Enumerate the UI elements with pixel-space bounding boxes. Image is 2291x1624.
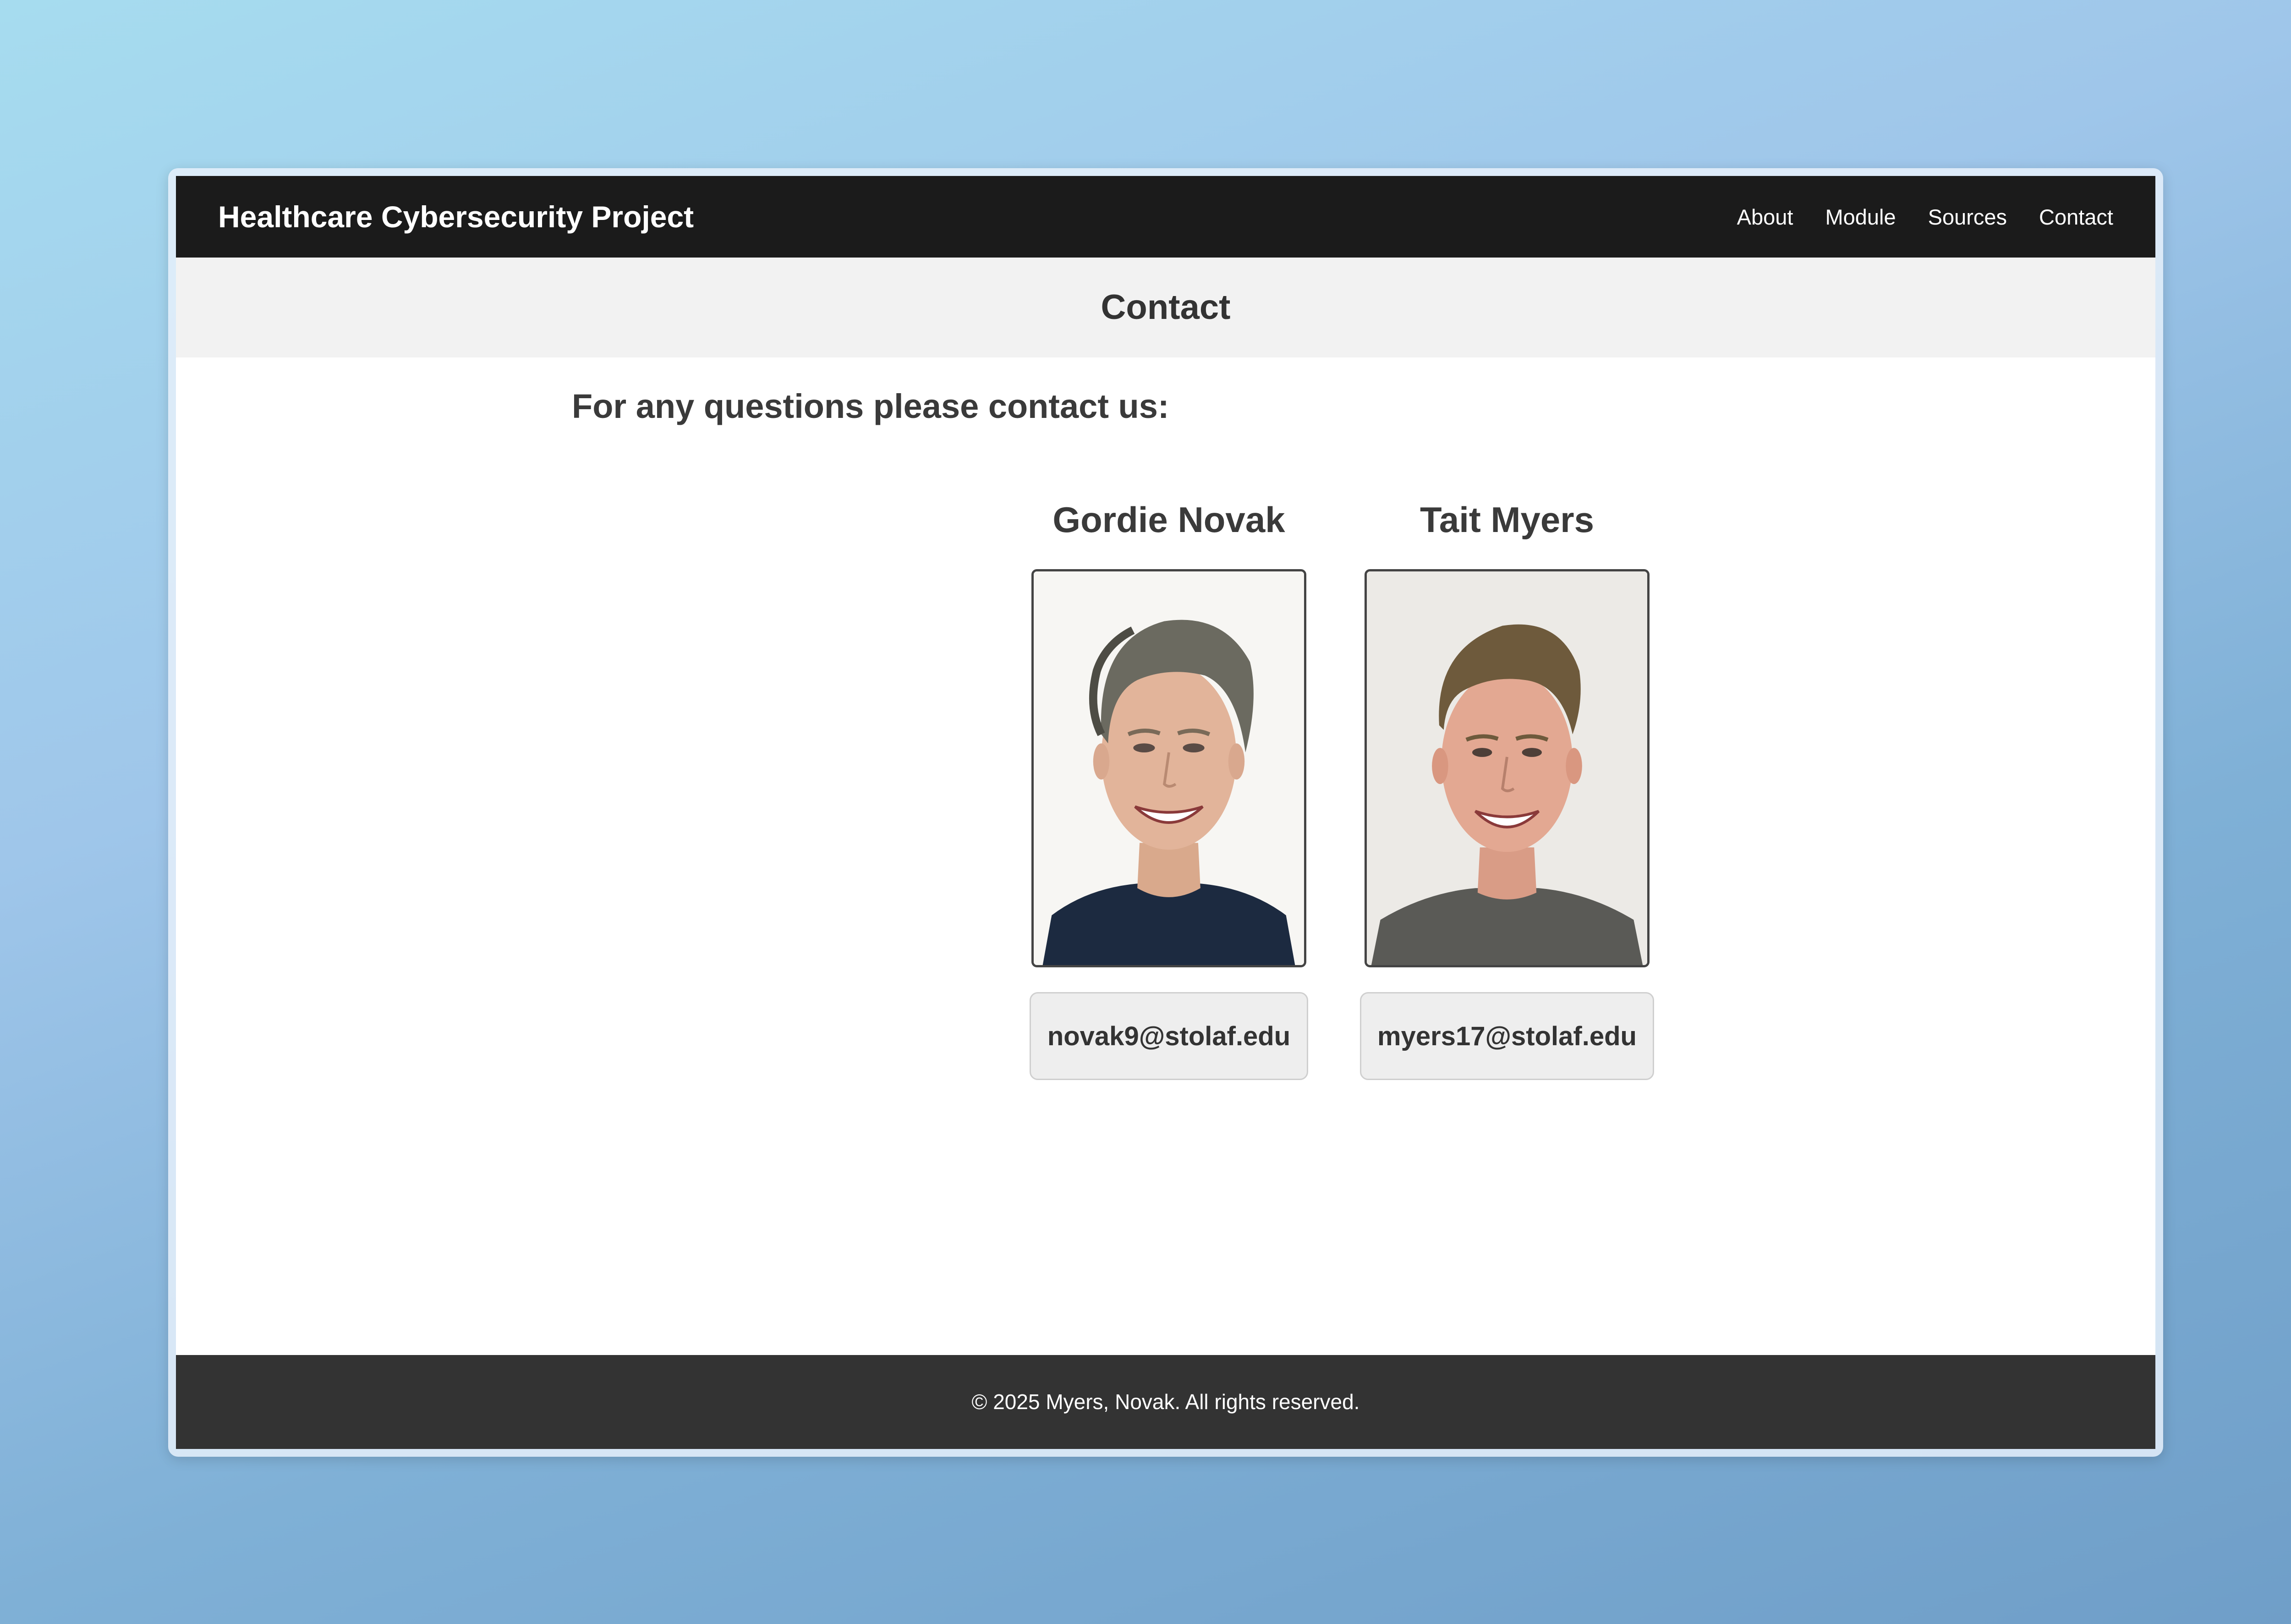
contact-card-novak: Gordie Novak novak9@stolaf.edu (1029, 488, 1309, 1080)
nav-link-module[interactable]: Module (1825, 204, 1896, 230)
page-header: Contact (176, 258, 2155, 357)
web-page: Healthcare Cybersecurity Project About M… (176, 176, 2155, 1449)
nav-link-contact[interactable]: Contact (2039, 204, 2113, 230)
email-button[interactable]: novak9@stolaf.edu (1030, 992, 1308, 1080)
site-brand[interactable]: Healthcare Cybersecurity Project (218, 176, 694, 258)
portrait-photo-icon (1365, 569, 1650, 967)
person-name: Gordie Novak (1052, 499, 1285, 540)
person-name: Tait Myers (1420, 499, 1595, 540)
page-title: Contact (1101, 288, 1231, 327)
page-footer: © 2025 Myers, Novak. All rights reserved… (176, 1355, 2155, 1449)
footer-copyright: © 2025 Myers, Novak. All rights reserved… (971, 1390, 1360, 1414)
contact-intro: For any questions please contact us: (572, 387, 1169, 425)
portrait-photo-icon (1031, 569, 1306, 967)
contact-card-myers: Tait Myers myers17@stolaf.edu (1360, 488, 1654, 1080)
email-button[interactable]: myers17@stolaf.edu (1360, 992, 1654, 1080)
nav-links: About Module Sources Contact (1737, 176, 2113, 258)
nav-link-sources[interactable]: Sources (1928, 204, 2007, 230)
top-navbar: Healthcare Cybersecurity Project About M… (176, 176, 2155, 258)
browser-window: Healthcare Cybersecurity Project About M… (168, 168, 2163, 1457)
nav-link-about[interactable]: About (1737, 204, 1793, 230)
